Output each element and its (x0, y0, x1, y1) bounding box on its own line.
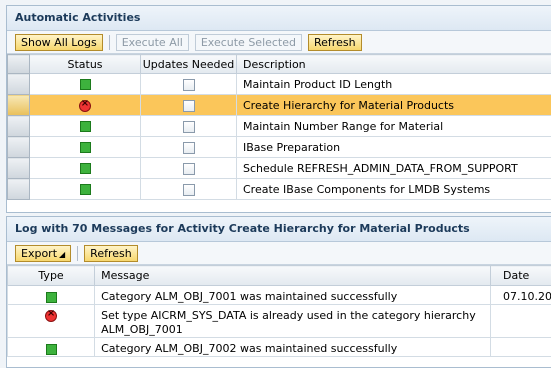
select-all-header[interactable] (8, 55, 30, 74)
row-selector[interactable] (8, 137, 30, 158)
updates-needed-cell (141, 158, 237, 179)
updates-needed-checkbox[interactable] (183, 142, 195, 154)
updates-needed-checkbox[interactable] (183, 121, 195, 133)
type-column-header[interactable]: Type (8, 266, 95, 286)
success-status-icon (80, 121, 91, 132)
activity-row[interactable]: IBase Preparation (8, 137, 551, 158)
activity-row[interactable]: Create Hierarchy for Material Products (8, 95, 551, 116)
updates-needed-cell (141, 116, 237, 137)
updates-needed-checkbox[interactable] (183, 184, 195, 196)
description-cell: Create IBase Components for LMDB Systems (237, 179, 551, 200)
log-refresh-button[interactable]: Refresh (84, 245, 138, 262)
activity-row[interactable]: Schedule REFRESH_ADMIN_DATA_FROM_SUPPORT (8, 158, 551, 179)
status-cell (30, 95, 141, 116)
log-toolbar: Export◢ Refresh (7, 242, 551, 265)
log-row[interactable]: Category ALM_OBJ_7001 was maintained suc… (8, 286, 551, 305)
updates-needed-cell (141, 74, 237, 95)
row-selector[interactable] (8, 116, 30, 137)
updates-needed-cell (141, 95, 237, 116)
description-cell: Maintain Number Range for Material (237, 116, 551, 137)
show-all-logs-button[interactable]: Show All Logs (15, 34, 103, 51)
error-status-icon (79, 100, 91, 112)
status-cell (30, 179, 141, 200)
description-cell: Maintain Product ID Length (237, 74, 551, 95)
automatic-activities-panel: Automatic Activities Show All Logs Execu… (6, 5, 551, 213)
execute-all-button[interactable]: Execute All (116, 34, 189, 51)
status-cell (30, 74, 141, 95)
row-selector[interactable] (8, 179, 30, 200)
row-selector[interactable] (8, 74, 30, 95)
activity-row[interactable]: Maintain Product ID Length (8, 74, 551, 95)
dropdown-arrow-icon: ◢ (59, 250, 65, 259)
date-cell (491, 305, 551, 338)
message-cell: Set type AICRM_SYS_DATA is already used … (95, 305, 491, 338)
activity-row[interactable]: Maintain Number Range for Material (8, 116, 551, 137)
success-status-icon (80, 184, 91, 195)
updates-needed-checkbox[interactable] (183, 100, 195, 112)
status-column-header[interactable]: Status (30, 55, 141, 74)
status-cell (30, 116, 141, 137)
toolbar-separator (109, 35, 110, 50)
error-status-icon (45, 310, 57, 322)
row-selector[interactable] (8, 158, 30, 179)
status-cell (30, 158, 141, 179)
status-cell (30, 137, 141, 158)
description-column-header[interactable]: Description (237, 55, 551, 74)
success-status-icon (80, 142, 91, 153)
success-status-icon (46, 292, 57, 303)
message-column-header[interactable]: Message (95, 266, 491, 286)
updates-needed-checkbox[interactable] (183, 79, 195, 91)
log-row[interactable]: Set type AICRM_SYS_DATA is already used … (8, 305, 551, 338)
success-status-icon (46, 344, 57, 355)
execute-selected-button[interactable]: Execute Selected (195, 34, 302, 51)
activities-toolbar: Show All Logs Execute All Execute Select… (7, 31, 551, 54)
description-cell: Create Hierarchy for Material Products (237, 95, 551, 116)
success-status-icon (80, 79, 91, 90)
type-cell (8, 286, 95, 305)
log-panel: Log with 70 Messages for Activity Create… (6, 216, 551, 368)
updates-needed-checkbox[interactable] (183, 163, 195, 175)
refresh-button[interactable]: Refresh (308, 34, 362, 51)
export-label: Export (21, 247, 57, 260)
description-cell: IBase Preparation (237, 137, 551, 158)
updates-needed-column-header[interactable]: Updates Needed (141, 55, 237, 74)
updates-needed-cell (141, 179, 237, 200)
activities-table: Status Updates Needed Description Mainta… (7, 54, 551, 200)
message-cell: Category ALM_OBJ_7001 was maintained suc… (95, 286, 491, 305)
toolbar-separator (77, 246, 78, 261)
description-cell: Schedule REFRESH_ADMIN_DATA_FROM_SUPPORT (237, 158, 551, 179)
date-column-header[interactable]: Date (491, 266, 551, 286)
log-table: Type Message Date Category ALM_OBJ_7001 … (7, 265, 551, 357)
export-dropdown-button[interactable]: Export◢ (15, 245, 71, 262)
activity-row[interactable]: Create IBase Components for LMDB Systems (8, 179, 551, 200)
date-cell: 07.10.2015 (491, 286, 551, 305)
updates-needed-cell (141, 137, 237, 158)
log-panel-title: Log with 70 Messages for Activity Create… (7, 217, 551, 242)
success-status-icon (80, 163, 91, 174)
activities-panel-title: Automatic Activities (7, 6, 551, 31)
row-selector[interactable] (8, 95, 30, 116)
type-cell (8, 305, 95, 338)
